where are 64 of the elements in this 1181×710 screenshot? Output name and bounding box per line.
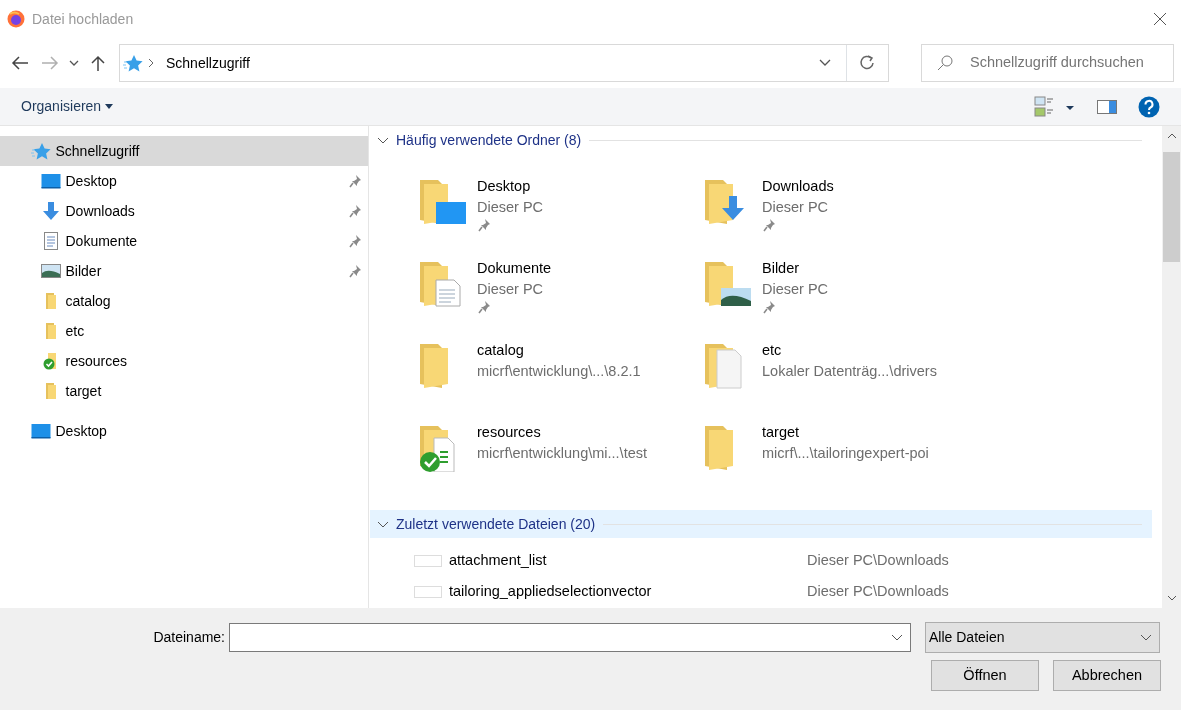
filename-label: Dateiname: xyxy=(152,628,225,647)
sidebar-item[interactable]: catalog xyxy=(0,286,368,316)
back-arrow-icon[interactable] xyxy=(11,55,29,71)
sidebar-item[interactable]: Desktop xyxy=(0,166,368,196)
star-icon xyxy=(30,142,52,160)
sidebar-item[interactable]: resources xyxy=(0,346,368,376)
chevron-icon[interactable] xyxy=(377,519,389,529)
sidebar-item[interactable]: Desktop xyxy=(0,416,368,446)
file-type-select[interactable]: Alle Dateien xyxy=(924,622,1160,653)
organize-menu[interactable]: Organisieren xyxy=(21,96,113,117)
section-header[interactable]: Zuletzt verwendete Dateien (20) xyxy=(370,510,1152,538)
picture-icon xyxy=(40,263,62,279)
browser-logo-icon xyxy=(7,10,25,28)
scroll-down-icon[interactable] xyxy=(1166,594,1177,602)
monitor-icon xyxy=(30,423,52,439)
pin-icon xyxy=(348,264,362,278)
folder-tile[interactable]: Bilder Dieser PC xyxy=(703,258,988,340)
view-options-icon[interactable] xyxy=(1034,95,1076,118)
file-row[interactable]: tailoring_appliedselectionvector Dieser PC\Downloads xyxy=(370,576,1152,607)
download-arrow-icon xyxy=(40,202,62,220)
folder-tile[interactable]: Dokumente Dieser PC xyxy=(418,258,703,340)
chevron-icon[interactable] xyxy=(377,135,389,145)
pin-icon xyxy=(348,204,362,218)
dropdown-icon[interactable] xyxy=(1139,633,1152,642)
dropdown-icon[interactable] xyxy=(890,633,903,642)
help-icon[interactable] xyxy=(1138,95,1160,118)
pin-icon xyxy=(348,174,362,188)
file-icon xyxy=(414,554,442,567)
caret-icon[interactable] xyxy=(69,60,79,66)
search-input[interactable]: Schnellzugriff durchsuchen xyxy=(968,51,1173,75)
refresh-icon[interactable] xyxy=(859,55,875,71)
pin-icon xyxy=(348,234,362,248)
window-title: Datei hochladen xyxy=(32,9,135,29)
sidebar-item[interactable]: Schnellzugriff xyxy=(0,136,368,166)
sidebar-item[interactable]: target xyxy=(0,376,368,406)
sidebar-item[interactable]: Bilder xyxy=(0,256,368,286)
monitor-icon xyxy=(40,173,62,189)
caret-icon[interactable] xyxy=(104,104,113,109)
section-header[interactable]: Häufig verwendete Ordner (8) xyxy=(370,126,1152,154)
sidebar-item[interactable]: Downloads xyxy=(0,196,368,226)
folder-tile[interactable]: target micrf\...\tailoringexpert-poi xyxy=(703,422,988,504)
dialog-button[interactable]: Abbrechen xyxy=(1053,660,1161,691)
address-bar[interactable]: Schnellzugriff xyxy=(118,44,889,82)
dropdown-icon[interactable] xyxy=(817,58,832,68)
search-icon xyxy=(936,54,954,72)
search-field[interactable]: Schnellzugriff durchsuchen xyxy=(921,44,1174,82)
folder-tile[interactable]: Desktop Dieser PC xyxy=(418,176,703,258)
scrollbar-thumb[interactable] xyxy=(1163,152,1180,262)
preview-pane-icon[interactable] xyxy=(1097,98,1117,115)
folder-tile[interactable]: Downloads Dieser PC xyxy=(703,176,988,258)
star-icon xyxy=(123,54,143,72)
file-row[interactable]: attachment_list Dieser PC\Downloads xyxy=(370,545,1152,576)
file-icon xyxy=(414,585,442,598)
folder-tile[interactable]: etc Lokaler Datenträg...\drivers xyxy=(703,340,988,422)
scroll-up-icon[interactable] xyxy=(1166,132,1177,140)
filename-field[interactable] xyxy=(228,623,911,652)
folder-tile[interactable]: resources micrf\entwicklung\mi...\test xyxy=(418,422,703,504)
sidebar-item[interactable]: Dokumente xyxy=(0,226,368,256)
close-icon[interactable] xyxy=(1153,12,1167,26)
dialog-button[interactable]: Öffnen xyxy=(931,660,1039,691)
sidebar-item[interactable]: etc xyxy=(0,316,368,346)
scrollbar[interactable] xyxy=(1162,126,1181,608)
address-text: Schnellzugriff xyxy=(166,53,251,73)
folder-tile[interactable]: catalog micrf\entwicklung\...\8.2.1 xyxy=(418,340,703,422)
